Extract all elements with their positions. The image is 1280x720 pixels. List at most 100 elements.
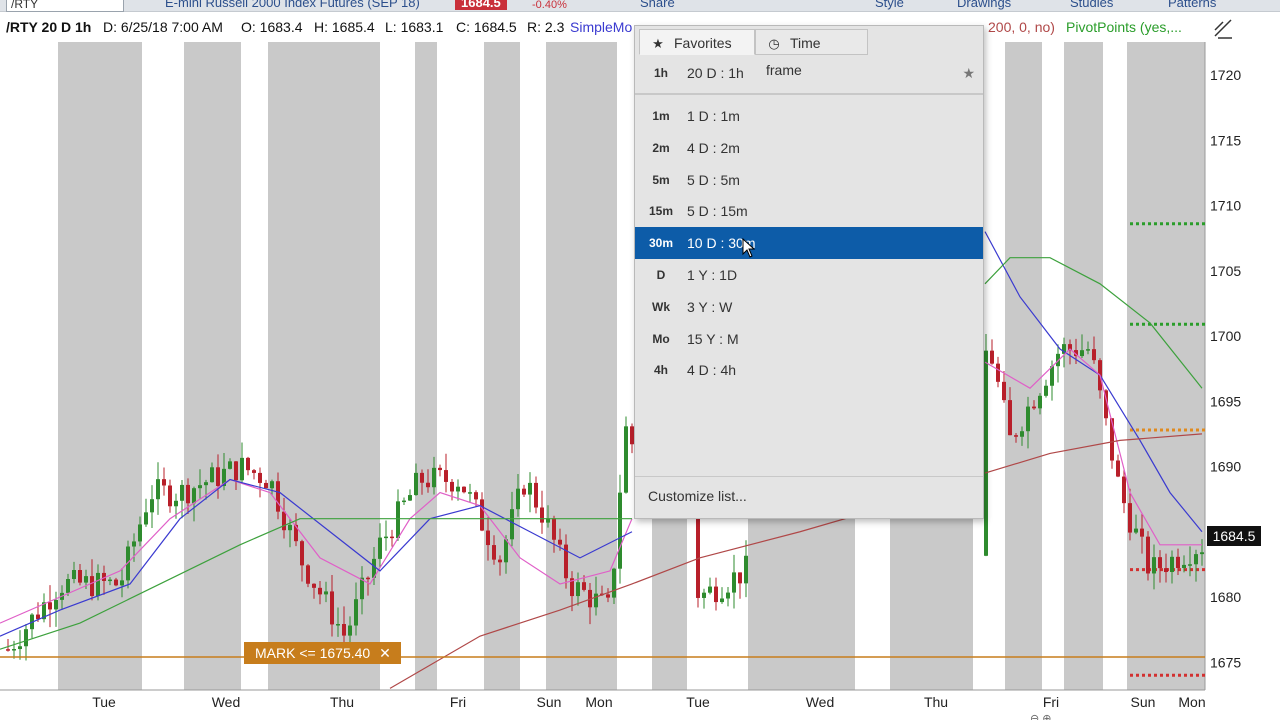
timeframe-item-code: 5m <box>652 172 670 187</box>
candle-body <box>450 481 454 492</box>
chart-info-bar: /RTY 20 D 1h D: 6/25/18 7:00 AM O: 1683.… <box>0 13 1205 41</box>
candle-body <box>300 541 304 566</box>
timeframe-item-2m[interactable]: 2m 4 D : 2m <box>635 132 983 164</box>
candle-body <box>714 586 718 603</box>
y-tick-label: 1690 <box>1210 459 1241 475</box>
candle-body <box>1182 564 1186 569</box>
candle-body <box>708 586 712 593</box>
candle-body <box>492 545 496 560</box>
symbol-description: E-mini Russell 2000 Index Futures (SEP 1… <box>165 0 420 10</box>
candle-body <box>288 524 292 531</box>
customize-list-link[interactable]: Customize list... <box>648 488 747 504</box>
candle-body <box>306 565 310 584</box>
candle-body <box>240 457 244 481</box>
symbol-input[interactable]: /RTY <box>6 0 124 12</box>
drawings-button[interactable]: Drawings <box>957 0 1011 10</box>
mark-price-text: MARK <= 1675.40 <box>255 645 371 661</box>
candle-body <box>1002 381 1006 401</box>
timeframe-item-30m[interactable]: 30m 10 D : 30m <box>635 227 983 260</box>
timeframe-item-code: 4h <box>653 363 668 378</box>
x-tick-label: Tue <box>686 694 710 710</box>
candle-body <box>108 579 112 582</box>
tab-time-frame[interactable]: ◷ Time frame <box>755 29 868 78</box>
x-tick-label: Thu <box>330 694 354 710</box>
study-label-sma-200[interactable]: 200, 0, no) <box>988 13 1055 41</box>
candle-body <box>1116 460 1120 477</box>
candle-body <box>1194 554 1198 565</box>
candle-body <box>510 509 514 540</box>
candle-body <box>1164 568 1168 573</box>
y-tick-label: 1680 <box>1210 589 1241 605</box>
candle-body <box>990 350 994 364</box>
candle-body <box>348 625 352 636</box>
timeframe-dropdown: ★ Favorites ◷ Time frame 1h 20 D : 1h ★ 1m… <box>634 25 984 519</box>
thinkorswim-chart-window: 1720171517101705170016951690168516801675… <box>0 0 1280 720</box>
candle-body <box>1200 552 1204 555</box>
style-button[interactable]: Style <box>875 0 904 10</box>
session-band <box>1005 42 1042 690</box>
patterns-button[interactable]: Patterns <box>1168 0 1216 10</box>
candle-body <box>174 500 178 507</box>
candle-body <box>474 492 478 500</box>
candle-body <box>66 579 70 593</box>
candle-body <box>1134 528 1138 533</box>
candle-body <box>486 530 490 546</box>
x-tick-label: Thu <box>924 694 948 710</box>
timeframe-item-4h[interactable]: 4h 4 D : 4h <box>635 354 983 386</box>
study-label-sma[interactable]: SimpleMo <box>570 13 632 41</box>
candle-body <box>414 472 418 496</box>
x-tick-label: Sun <box>1131 694 1156 710</box>
timeframe-item-label: 1 Y : 1D <box>687 267 738 283</box>
timeframe-item-wk[interactable]: Wk 3 Y : W <box>635 291 983 323</box>
zoom-controls[interactable]: ⊖ ⊕ <box>1030 712 1052 720</box>
timeframe-item-mo[interactable]: Mo 15 Y : M <box>635 323 983 355</box>
studies-button[interactable]: Studies <box>1070 0 1113 10</box>
dropdown-tabs: ★ Favorites ◷ Time frame <box>635 26 983 78</box>
mark-price-label[interactable]: MARK <= 1675.40 ✕ <box>244 642 401 664</box>
x-tick-label: Fri <box>1043 694 1059 710</box>
drawing-tool-icon[interactable] <box>1212 17 1234 39</box>
candle-body <box>96 572 100 597</box>
close-icon[interactable]: ✕ <box>379 645 391 661</box>
bar-date: D: 6/25/18 7:00 AM <box>103 19 223 35</box>
timeframe-item-code: 2m <box>652 140 670 155</box>
study-label-pivotpoints[interactable]: PivotPoints (yes,... <box>1066 13 1182 41</box>
candle-body <box>342 624 346 636</box>
x-tick-label: Mon <box>1178 694 1205 710</box>
share-button[interactable]: Share <box>640 0 675 10</box>
favorite-item[interactable]: 1h 20 D : 1h ★ <box>635 58 983 90</box>
candle-body <box>1050 366 1054 386</box>
symbol-timeframe[interactable]: /RTY 20 D 1h <box>6 13 91 41</box>
timeframe-item-label: 4 D : 4h <box>687 362 737 379</box>
divider <box>635 93 983 95</box>
candle-body <box>618 492 622 569</box>
candle-body <box>276 481 280 512</box>
candle-body <box>438 467 442 471</box>
star-icon[interactable]: ★ <box>962 58 975 88</box>
candle-body <box>384 536 388 539</box>
y-tick-label: 1720 <box>1210 67 1241 83</box>
candle-body <box>1026 406 1030 432</box>
timeframe-item-label: 1 D : 1m <box>687 108 740 124</box>
candle-body <box>726 592 730 599</box>
timeframe-item-15m[interactable]: 15m 5 D : 15m <box>635 195 983 227</box>
candle-body <box>1152 557 1156 574</box>
candle-body <box>480 499 484 531</box>
candle-body <box>378 537 382 559</box>
candle-body <box>198 485 202 489</box>
timeframe-item-1m[interactable]: 1m 1 D : 1m <box>635 100 983 132</box>
candle-body <box>702 592 706 598</box>
candle-body <box>402 500 406 503</box>
timeframe-item-d[interactable]: D 1 Y : 1D <box>635 259 983 291</box>
candle-body <box>516 488 520 510</box>
candle-body <box>552 518 556 540</box>
timeframe-item-5m[interactable]: 5m 5 D : 5m <box>635 164 983 196</box>
bar-close: C: 1684.5 <box>456 19 517 35</box>
bar-low: L: 1683.1 <box>385 19 444 35</box>
candle-body <box>336 624 340 626</box>
candle-body <box>138 524 142 542</box>
x-tick-label: Tue <box>92 694 116 710</box>
candle-body <box>6 649 10 651</box>
candle-body <box>312 583 316 588</box>
tab-favorites[interactable]: ★ Favorites <box>639 29 755 55</box>
